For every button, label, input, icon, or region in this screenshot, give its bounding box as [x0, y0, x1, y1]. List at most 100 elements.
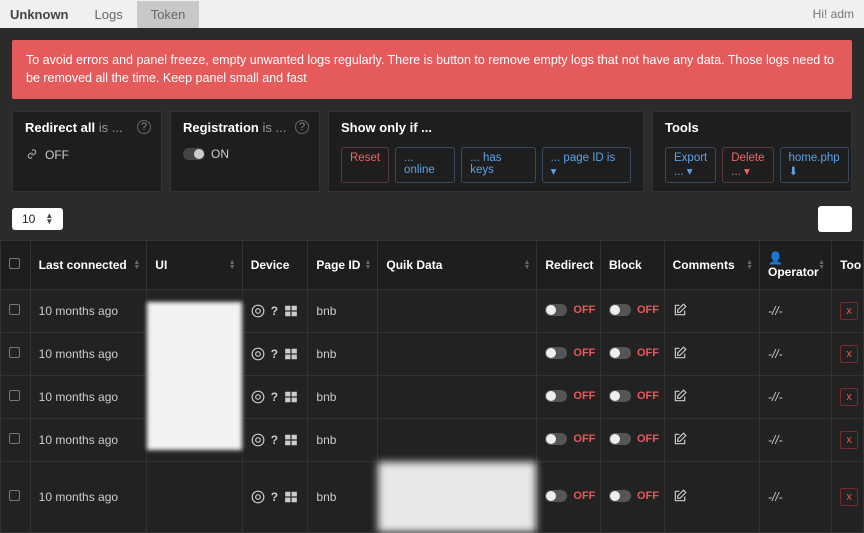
th-device[interactable]: Device [242, 241, 308, 290]
cell-redirect[interactable]: OFF [537, 290, 601, 333]
redirect-toggle[interactable]: OFF [25, 148, 69, 162]
row-check[interactable] [1, 419, 31, 462]
delete-row-button[interactable]: x [840, 488, 858, 506]
toggle-icon[interactable] [609, 390, 631, 402]
cell-block[interactable]: OFF [601, 333, 665, 376]
tab-logs[interactable]: Logs [81, 1, 137, 28]
th-comments[interactable]: Comments▲▼ [664, 241, 759, 290]
cell-block[interactable]: OFF [601, 376, 665, 419]
checkbox-icon[interactable] [9, 490, 20, 501]
caret-down-icon: ▾ [551, 166, 557, 178]
cell-tool[interactable]: x [832, 290, 864, 333]
toggle-icon[interactable] [609, 490, 631, 502]
tab-token[interactable]: Token [137, 1, 200, 28]
chrome-icon [251, 490, 265, 504]
edit-icon[interactable] [673, 392, 687, 406]
th-quikdata[interactable]: Quik Data▲▼ [378, 241, 537, 290]
checkbox-icon[interactable] [9, 347, 20, 358]
cell-device: ? [242, 333, 308, 376]
checkbox-icon[interactable] [9, 304, 20, 315]
edit-icon[interactable] [673, 306, 687, 320]
help-icon[interactable]: ? [137, 120, 151, 134]
cell-pageid: bnb [308, 462, 378, 533]
th-operator[interactable]: 👤 Operator▲▼ [760, 241, 832, 290]
cell-block[interactable]: OFF [601, 290, 665, 333]
cell-ui-redacted [147, 290, 242, 462]
toggle-icon[interactable] [609, 433, 631, 445]
windows-icon [284, 347, 298, 361]
caret-down-icon: ▾ [744, 166, 750, 178]
row-check[interactable] [1, 333, 31, 376]
delete-button[interactable]: Delete ... ▾ [722, 147, 773, 183]
cell-tool[interactable]: x [832, 333, 864, 376]
caret-down-icon: ▾ [687, 166, 693, 178]
cell-comments[interactable] [664, 290, 759, 333]
delete-row-button[interactable]: x [840, 345, 858, 363]
toggle-icon[interactable] [545, 490, 567, 502]
help-icon[interactable]: ? [295, 120, 309, 134]
edit-icon[interactable] [673, 435, 687, 449]
delete-row-button[interactable]: x [840, 388, 858, 406]
paging-right-box[interactable] [818, 206, 852, 232]
checkbox-icon[interactable] [9, 390, 20, 401]
controls-row: Redirect all is ... ? OFF Registration i… [12, 111, 852, 192]
tools-box: Tools Export ... ▾ Delete ... ▾ home.php… [652, 111, 852, 192]
table-row: 10 months ago ? bnbOFFOFF-//-x [1, 419, 864, 462]
checkbox-icon[interactable] [9, 433, 20, 444]
edit-icon[interactable] [673, 349, 687, 363]
toggle-icon[interactable] [609, 347, 631, 359]
row-check[interactable] [1, 290, 31, 333]
registration-toggle[interactable]: ON [183, 147, 229, 161]
filter-reset-button[interactable]: Reset [341, 147, 389, 183]
filter-online-button[interactable]: ... online [395, 147, 455, 183]
th-last-connected[interactable]: Last connected▲▼ [30, 241, 147, 290]
cell-block[interactable]: OFF [601, 419, 665, 462]
page-size-select[interactable]: 10 ▲▼ [12, 208, 63, 230]
toggle-icon[interactable] [545, 390, 567, 402]
th-tool[interactable]: Too [832, 241, 864, 290]
cell-operator: -//- [760, 333, 832, 376]
cell-comments[interactable] [664, 333, 759, 376]
cell-device: ? [242, 376, 308, 419]
toggle-icon[interactable] [609, 304, 631, 316]
filter-box: Show only if ... Reset ... online ... ha… [328, 111, 644, 192]
cell-redirect[interactable]: OFF [537, 333, 601, 376]
cell-tool[interactable]: x [832, 462, 864, 533]
th-check[interactable] [1, 241, 31, 290]
homephp-button[interactable]: home.php ⬇ [780, 147, 849, 183]
logs-table: Last connected▲▼ UI▲▼ Device Page ID▲▼ Q… [0, 240, 864, 533]
cell-ui [147, 462, 242, 533]
delete-row-button[interactable]: x [840, 431, 858, 449]
export-button[interactable]: Export ... ▾ [665, 147, 716, 183]
cell-redirect[interactable]: OFF [537, 376, 601, 419]
filter-haskeys-button[interactable]: ... has keys [461, 147, 535, 183]
page-size-value: 10 [22, 212, 35, 226]
cell-last-connected: 10 months ago [30, 290, 147, 333]
cell-comments[interactable] [664, 462, 759, 533]
cell-comments[interactable] [664, 419, 759, 462]
checkbox-icon[interactable] [9, 258, 20, 269]
th-redirect[interactable]: Redirect [537, 241, 601, 290]
delete-row-button[interactable]: x [840, 302, 858, 320]
cell-tool[interactable]: x [832, 419, 864, 462]
cell-operator: -//- [760, 290, 832, 333]
th-ui[interactable]: UI▲▼ [147, 241, 242, 290]
edit-icon[interactable] [673, 492, 687, 506]
cell-block[interactable]: OFF [601, 462, 665, 533]
cell-tool[interactable]: x [832, 376, 864, 419]
cell-redirect[interactable]: OFF [537, 462, 601, 533]
th-pageid[interactable]: Page ID▲▼ [308, 241, 378, 290]
toggle-icon[interactable] [545, 304, 567, 316]
cell-redirect[interactable]: OFF [537, 419, 601, 462]
toggle-icon[interactable] [545, 347, 567, 359]
th-block[interactable]: Block [601, 241, 665, 290]
cell-comments[interactable] [664, 376, 759, 419]
row-check[interactable] [1, 462, 31, 533]
row-check[interactable] [1, 376, 31, 419]
question-icon: ? [271, 390, 278, 404]
toggle-icon[interactable] [545, 433, 567, 445]
filter-pageid-button[interactable]: ... page ID is ▾ [542, 147, 631, 183]
table-row: 10 months ago ? bnbOFFOFF-//-x [1, 333, 864, 376]
topbar-tabs: Logs Token [81, 1, 200, 28]
toggle-icon [183, 148, 205, 160]
